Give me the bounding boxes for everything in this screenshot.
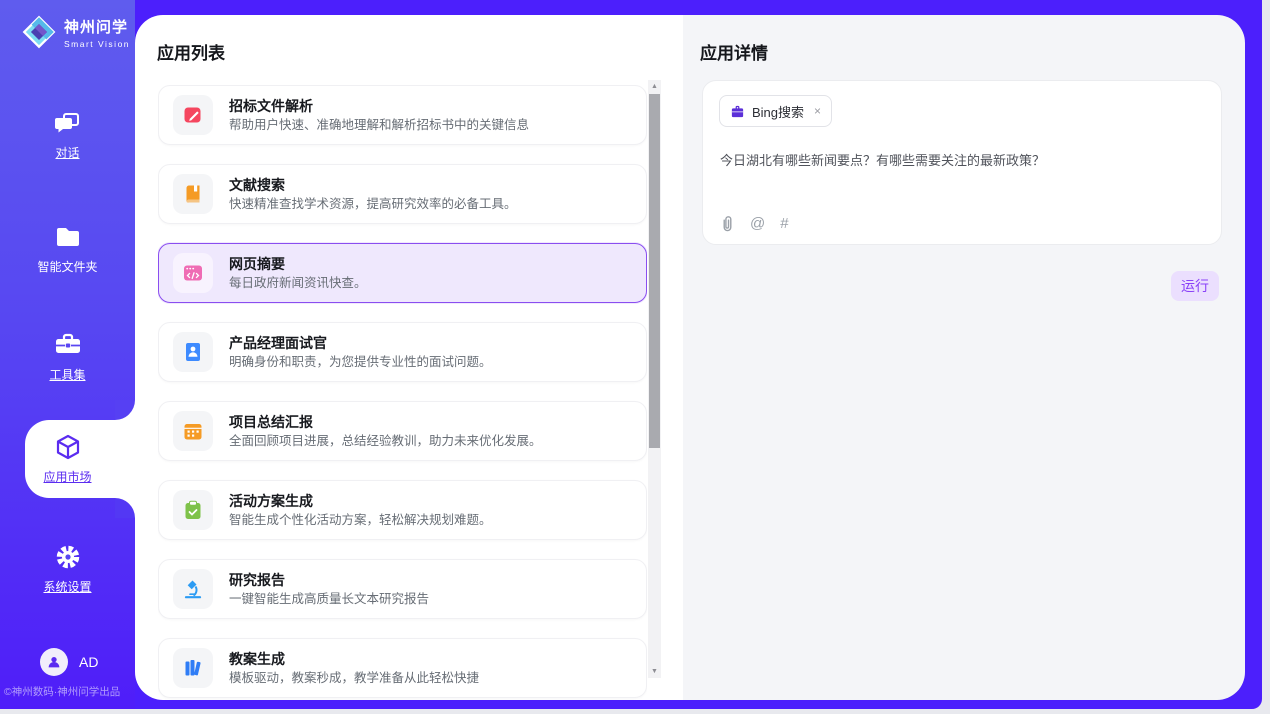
sidebar-item-app-market[interactable]: 应用市场 — [0, 432, 135, 486]
brand-name: 神州问学 — [64, 16, 130, 37]
prompt-card: Bing搜索 × 今日湖北有哪些新闻要点？有哪些需要关注的最新政策？ @ # — [702, 80, 1222, 245]
app-name: 产品经理面试官 — [229, 336, 492, 350]
hash-icon[interactable]: # — [780, 216, 788, 231]
main-container: 应用列表 招标文件解析 帮助用户快速、准确地理解和解析招标书中的关键信息 — [135, 15, 1245, 700]
app-detail-panel: 应用详情 Bing搜索 × 今日湖北有哪些新闻要点？有哪些需要关注的最新政策？ — [683, 15, 1245, 700]
books-icon — [173, 648, 213, 688]
app-desc: 帮助用户快速、准确地理解和解析招标书中的关键信息 — [229, 119, 529, 132]
bubble-notch-top — [115, 400, 135, 420]
app-list: 招标文件解析 帮助用户快速、准确地理解和解析招标书中的关键信息 文献搜索 — [158, 85, 647, 700]
scroll-down-icon[interactable]: ▼ — [648, 665, 661, 678]
diamond-logo-icon — [20, 13, 58, 51]
bubble-notch-bottom — [115, 498, 135, 518]
sidebar-item-label: 应用市场 — [43, 468, 91, 485]
app-name: 招标文件解析 — [229, 99, 529, 113]
sidebar-item-label: 智能文件夹 — [37, 258, 97, 275]
app-card-pm-interviewer[interactable]: 产品经理面试官 明确身份和职责，为您提供专业性的面试问题。 — [158, 322, 647, 382]
app-desc: 明确身份和职责，为您提供专业性的面试问题。 — [229, 356, 492, 369]
tool-tag-label: Bing搜索 — [752, 102, 804, 121]
app-name: 文献搜索 — [229, 178, 517, 192]
scrollbar-thumb[interactable] — [649, 94, 660, 448]
toolbox-icon — [0, 330, 135, 360]
app-detail-title: 应用详情 — [700, 39, 768, 64]
sidebar-item-label: 对话 — [55, 144, 79, 161]
edit-document-icon — [173, 95, 213, 135]
app-name: 研究报告 — [229, 573, 429, 587]
app-card-bid-parse[interactable]: 招标文件解析 帮助用户快速、准确地理解和解析招标书中的关键信息 — [158, 85, 647, 145]
scroll-up-icon[interactable]: ▲ — [648, 80, 661, 93]
folder-icon — [0, 222, 135, 252]
app-desc: 快速精准查找学术资源，提高研究效率的必备工具。 — [229, 198, 517, 211]
tool-tag-bing-search[interactable]: Bing搜索 × — [719, 95, 832, 127]
sidebar-item-settings[interactable]: 系统设置 — [0, 542, 135, 596]
brand-subtitle: Smart Vision — [64, 39, 130, 49]
microscope-icon — [173, 569, 213, 609]
sidebar: 神州问学 Smart Vision 对话 智能文件夹 — [0, 0, 135, 709]
input-toolbar: @ # — [720, 215, 789, 232]
brand-logo: 神州问学 Smart Vision — [20, 13, 130, 51]
app-card-research-report[interactable]: 研究报告 一键智能生成高质量长文本研究报告 — [158, 559, 647, 619]
gear-icon — [0, 542, 135, 572]
resume-person-icon — [173, 332, 213, 372]
list-scrollbar[interactable]: ▲ ▼ — [648, 80, 661, 678]
prompt-input[interactable]: 今日湖北有哪些新闻要点？有哪些需要关注的最新政策？ — [720, 151, 1206, 171]
user-account[interactable]: AD — [40, 648, 98, 676]
mention-icon[interactable]: @ — [750, 216, 765, 231]
app-card-event-plan[interactable]: 活动方案生成 智能生成个性化活动方案，轻松解决规划难题。 — [158, 480, 647, 540]
app-desc: 一键智能生成高质量长文本研究报告 — [229, 593, 429, 606]
app-desc: 全面回顾项目进展，总结经验教训，助力未来优化发展。 — [229, 435, 542, 448]
sidebar-item-label: 系统设置 — [43, 578, 91, 595]
briefcase-icon — [730, 104, 745, 119]
run-button[interactable]: 运行 — [1171, 271, 1219, 301]
sidebar-item-chat[interactable]: 对话 — [0, 108, 135, 162]
sidebar-item-label: 工具集 — [49, 366, 85, 383]
browser-code-icon — [173, 253, 213, 293]
app-card-project-summary[interactable]: 项目总结汇报 全面回顾项目进展，总结经验教训，助力未来优化发展。 — [158, 401, 647, 461]
app-name: 活动方案生成 — [229, 494, 492, 508]
app-card-literature-search[interactable]: 文献搜索 快速精准查找学术资源，提高研究效率的必备工具。 — [158, 164, 647, 224]
user-initials: AD — [79, 654, 98, 670]
sidebar-item-toolbox[interactable]: 工具集 — [0, 330, 135, 384]
close-icon[interactable]: × — [814, 104, 821, 118]
app-list-title: 应用列表 — [157, 39, 225, 64]
app-name: 项目总结汇报 — [229, 415, 542, 429]
book-icon — [173, 174, 213, 214]
clipboard-check-icon — [173, 490, 213, 530]
app-frame: 神州问学 Smart Vision 对话 智能文件夹 — [0, 0, 1262, 709]
attachment-icon[interactable] — [720, 215, 735, 232]
app-card-web-summary[interactable]: 网页摘要 每日政府新闻资讯快查。 — [158, 243, 647, 303]
app-desc: 每日政府新闻资讯快查。 — [229, 277, 367, 290]
copyright-footer: ©神州数码·神州问学出品 — [4, 684, 120, 699]
cube-icon — [0, 432, 135, 462]
app-list-panel: 应用列表 招标文件解析 帮助用户快速、准确地理解和解析招标书中的关键信息 — [135, 15, 683, 700]
sidebar-item-smart-folder[interactable]: 智能文件夹 — [0, 222, 135, 276]
app-desc: 模板驱动，教案秒成，教学准备从此轻松快捷 — [229, 672, 479, 685]
calendar-icon — [173, 411, 213, 451]
avatar — [40, 648, 68, 676]
app-name: 教案生成 — [229, 652, 479, 666]
chat-icon — [0, 108, 135, 138]
app-name: 网页摘要 — [229, 257, 367, 271]
app-desc: 智能生成个性化活动方案，轻松解决规划难题。 — [229, 514, 492, 527]
app-card-lesson-plan[interactable]: 教案生成 模板驱动，教案秒成，教学准备从此轻松快捷 — [158, 638, 647, 698]
